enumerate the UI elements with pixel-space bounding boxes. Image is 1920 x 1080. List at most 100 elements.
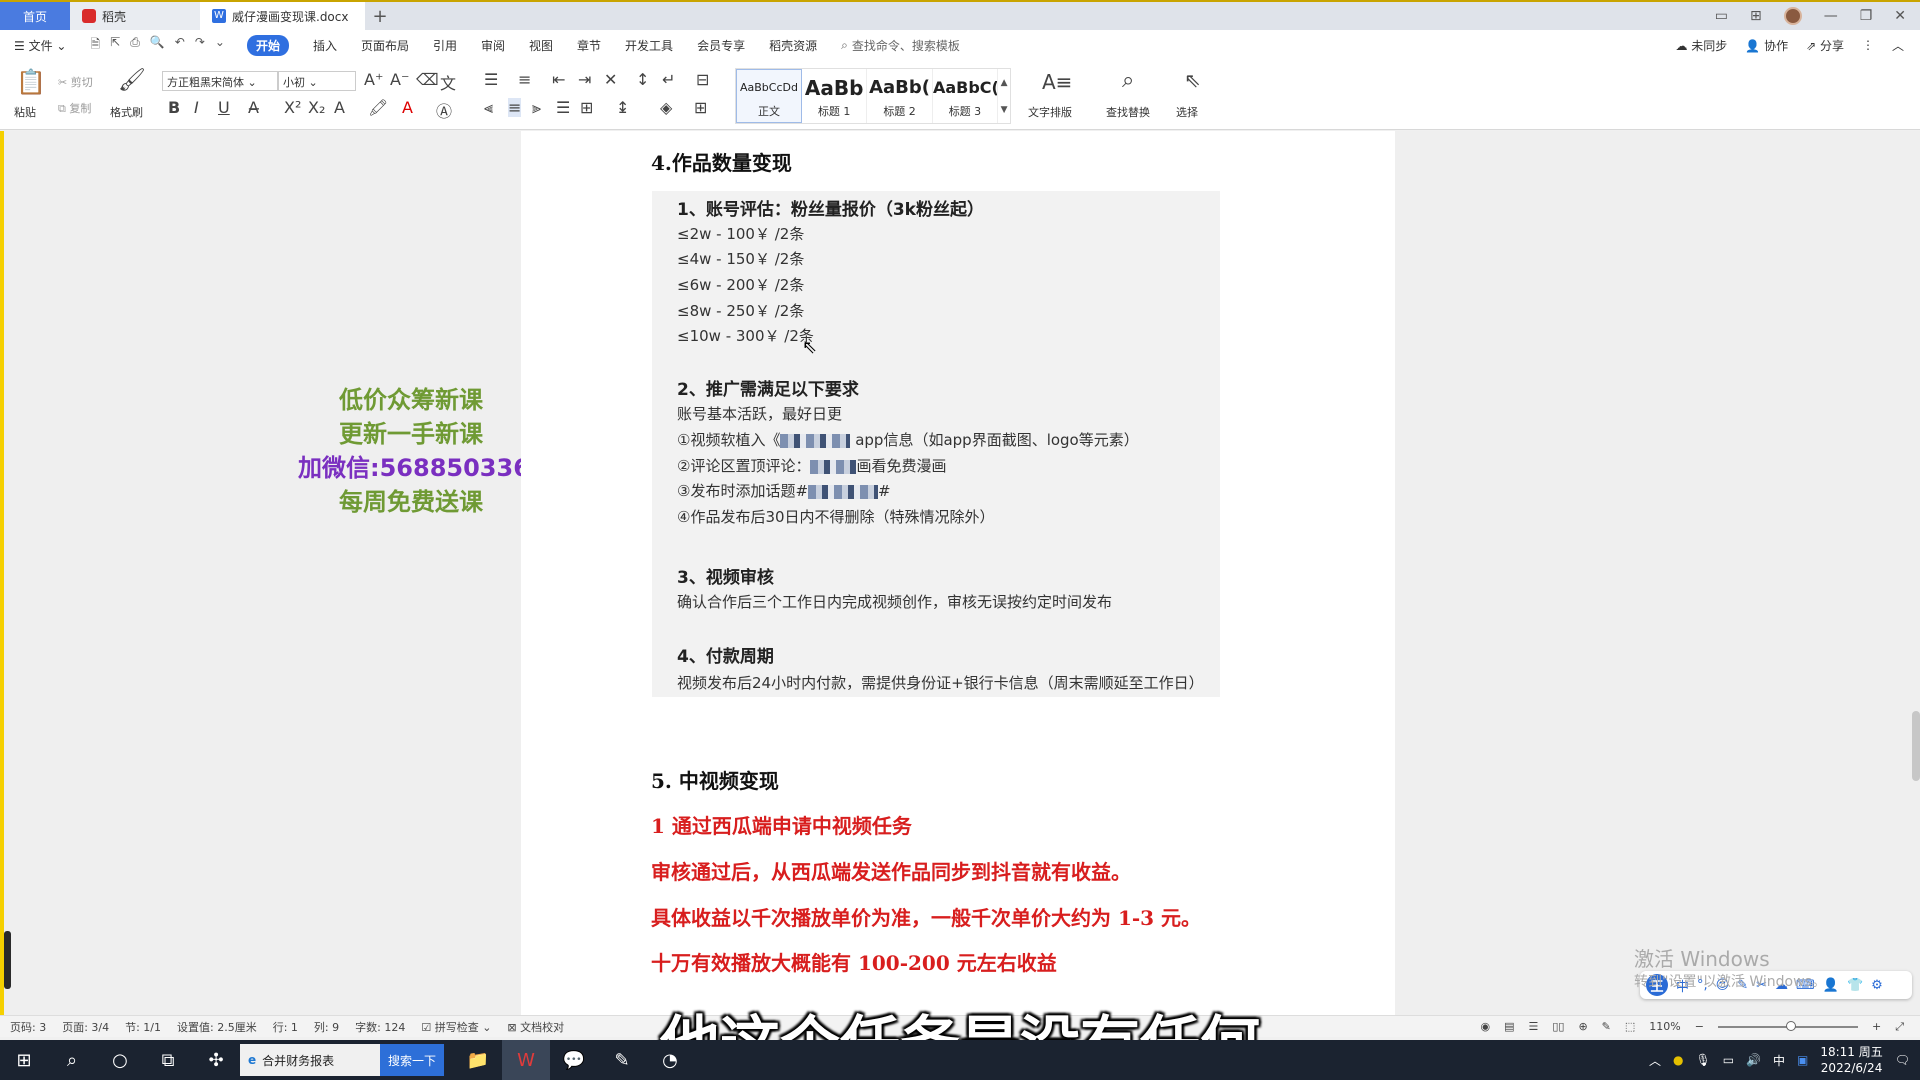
menu-reference[interactable]: 引用 — [433, 37, 457, 54]
gear-icon[interactable]: ⚙ — [1871, 978, 1883, 993]
sort-icon[interactable]: ↕ — [636, 70, 649, 89]
menu-page-layout[interactable]: 页面布局 — [361, 37, 409, 54]
font-name-select[interactable]: 方正粗黑宋简体 ⌄ — [162, 71, 278, 91]
border-icon[interactable]: ⊞ — [694, 98, 707, 117]
minimize-icon[interactable]: — — [1824, 8, 1838, 24]
cut-button[interactable]: ✂ 剪切 — [58, 74, 93, 90]
notepad-app-icon[interactable]: ✎ — [598, 1040, 646, 1080]
line-spacing-icon[interactable]: ↨ — [616, 98, 629, 117]
new-tab-button[interactable]: + — [365, 2, 395, 30]
select-button[interactable]: 选择 — [1176, 104, 1198, 120]
justify-icon[interactable]: ☰ — [556, 98, 570, 117]
redo-icon[interactable]: ↷ — [195, 35, 205, 56]
microphone-icon[interactable]: 🎙 — [1695, 1053, 1710, 1067]
windows-start-icon[interactable]: ⊞ — [0, 1040, 48, 1080]
align-center-icon[interactable]: ≡ — [508, 98, 522, 117]
menu-review[interactable]: 审阅 — [481, 37, 505, 54]
superscript-icon[interactable]: X² — [284, 98, 301, 117]
collab-button[interactable]: 👤 协作 — [1745, 37, 1788, 54]
more-icon[interactable]: ⋮ — [1862, 38, 1874, 52]
bullet-list-icon[interactable]: ☰ — [484, 70, 498, 89]
volume-icon[interactable]: 🔊 — [1746, 1053, 1761, 1067]
distribute-icon[interactable]: ⊞ — [580, 98, 593, 117]
strikethrough-icon[interactable]: A̶ — [248, 98, 259, 117]
network-icon[interactable]: ▭ — [1723, 1053, 1734, 1067]
style-heading-3[interactable]: AaBbC( 标题 3 — [933, 69, 999, 123]
subscript-icon[interactable]: X₂ — [308, 98, 325, 117]
menu-insert[interactable]: 插入 — [313, 37, 337, 54]
style-heading-1[interactable]: AaBb 标题 1 — [802, 69, 868, 123]
pinwheel-app-icon[interactable]: ✣ — [192, 1040, 240, 1080]
print-preview-icon[interactable]: 🔍 — [150, 35, 165, 56]
menu-member[interactable]: 会员专享 — [697, 37, 745, 54]
style-heading-2[interactable]: AaBb( 标题 2 — [867, 69, 933, 123]
increase-indent-icon[interactable]: ⇥ — [578, 70, 591, 89]
sync-button[interactable]: ☁ 未同步 — [1675, 37, 1727, 54]
tab-daoke[interactable]: 稻壳 — [70, 2, 200, 30]
tray-ime-mode[interactable]: 中 — [1773, 1052, 1785, 1069]
vertical-scrollbar[interactable] — [1912, 711, 1920, 781]
align-right-icon[interactable]: ⫸ — [532, 98, 541, 118]
bold-icon[interactable]: B — [168, 98, 180, 117]
find-icon[interactable]: ⌕ — [1122, 68, 1134, 93]
wps-taskbar-icon[interactable]: W — [502, 1040, 551, 1080]
collapse-ribbon-icon[interactable]: ︿ — [1892, 37, 1904, 54]
system-clock[interactable]: 18:11 周五 2022/6/24 — [1820, 1044, 1882, 1076]
shirt-icon[interactable]: 👕 — [1847, 978, 1863, 993]
print-icon[interactable]: ⎙ — [130, 35, 140, 56]
undo-icon[interactable]: ↶ — [175, 35, 185, 56]
save-icon[interactable]: 🗎 — [90, 35, 100, 56]
underline-icon[interactable]: U — [218, 98, 230, 117]
align-left-icon[interactable]: ⫷ — [484, 98, 493, 118]
ime-tray-icon[interactable]: ▣ — [1797, 1053, 1808, 1067]
clear-format-icon[interactable]: ⌫ — [416, 70, 439, 89]
close-icon[interactable]: ✕ — [1894, 8, 1906, 24]
menu-start[interactable]: 开始 — [246, 34, 289, 56]
char-border-icon[interactable]: Ⓐ — [436, 98, 452, 122]
menu-view[interactable]: 视图 — [529, 37, 553, 54]
phonetic-icon[interactable]: 文 — [440, 70, 456, 94]
shading-icon[interactable]: ◈ — [660, 98, 672, 117]
tray-app-icon[interactable]: ● — [1673, 1053, 1683, 1067]
grow-font-icon[interactable]: A⁺ — [364, 70, 383, 89]
tab-stop-icon[interactable]: ⊟ — [696, 70, 709, 89]
file-explorer-icon[interactable]: 📁 — [454, 1040, 502, 1080]
font-size-select[interactable]: 小初 ⌄ — [278, 71, 356, 91]
shrink-font-icon[interactable]: A⁻ — [390, 70, 409, 89]
wechat-icon[interactable]: 💬 — [550, 1040, 598, 1080]
more-quick-icon[interactable]: ⌄ — [215, 35, 225, 56]
paste-button[interactable]: 粘贴 — [14, 104, 36, 120]
text-effect-icon[interactable]: A — [334, 98, 345, 117]
numbered-list-icon[interactable]: ≡ — [518, 70, 531, 89]
tray-expand-icon[interactable]: ︿ — [1649, 1052, 1661, 1069]
file-menu[interactable]: ☰ 文件 ⌄ — [14, 37, 66, 54]
show-marks-icon[interactable]: ↵ — [662, 70, 675, 89]
chinese-layout-icon[interactable]: ✕ — [604, 70, 617, 89]
paste-icon[interactable]: 📋 — [16, 68, 46, 96]
notification-icon[interactable]: 🗨 — [1895, 1053, 1910, 1067]
side-handle[interactable] — [4, 931, 11, 989]
tab-document[interactable]: W 威仔漫画变现课.docx — [200, 2, 365, 30]
text-layout-button[interactable]: 文字排版 — [1028, 104, 1072, 120]
text-layout-icon[interactable]: A≡ — [1042, 70, 1072, 94]
share-button[interactable]: ⇗ 分享 — [1806, 37, 1844, 54]
copy-button[interactable]: ⧉ 复制 — [58, 100, 91, 116]
decrease-indent-icon[interactable]: ⇤ — [552, 70, 565, 89]
layout-icon[interactable]: ▭ — [1715, 8, 1728, 24]
find-replace-button[interactable]: 查找替换 — [1106, 104, 1150, 120]
menu-chapter[interactable]: 章节 — [577, 37, 601, 54]
avatar[interactable] — [1783, 7, 1802, 25]
italic-icon[interactable]: I — [194, 98, 199, 117]
restore-icon[interactable]: ❐ — [1860, 8, 1873, 24]
menu-dev-tools[interactable]: 开发工具 — [625, 37, 673, 54]
cursor-select-icon[interactable]: ⇖ — [1184, 68, 1201, 92]
task-view-icon[interactable]: ⧉ — [144, 1040, 192, 1080]
style-normal[interactable]: AaBbCcDd 正文 — [736, 69, 802, 123]
highlight-icon[interactable]: 🖍 — [368, 98, 388, 117]
format-painter-icon[interactable]: 🖌 — [118, 68, 146, 93]
recorder-app-icon[interactable]: ◔ — [646, 1040, 694, 1080]
cortana-icon[interactable]: ○ — [96, 1040, 144, 1080]
command-search[interactable]: ⌕ 查找命令、搜索模板 — [841, 37, 960, 54]
font-color-icon[interactable]: A — [402, 98, 413, 117]
style-scroll[interactable]: ▲ ▼ — [998, 69, 1010, 123]
